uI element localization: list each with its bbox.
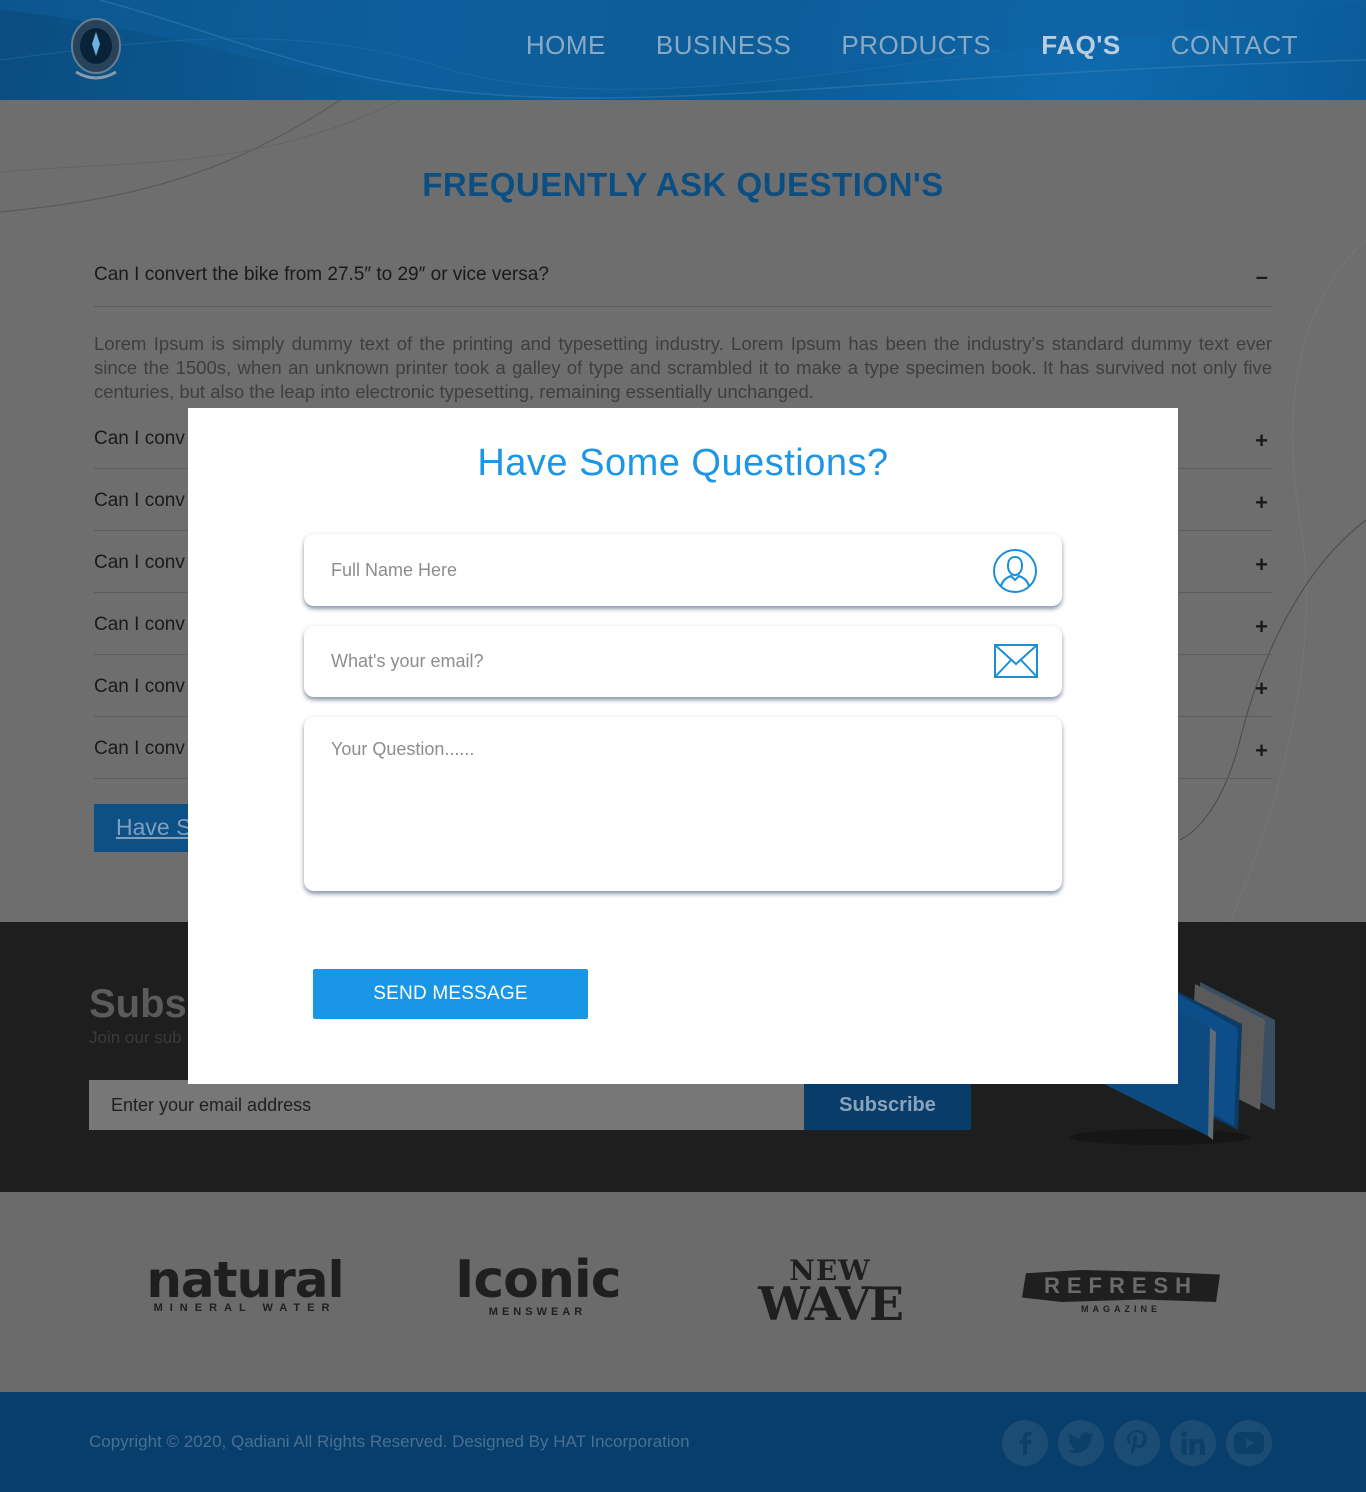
brand-natural-name: natural <box>146 1251 344 1309</box>
envelope-icon <box>994 644 1038 678</box>
send-message-button[interactable]: SEND MESSAGE <box>313 969 588 1019</box>
nav-products[interactable]: PRODUCTS <box>841 30 991 61</box>
brand-iconic-logo[interactable]: Iconic MENSWEAR <box>455 1250 622 1318</box>
email-input[interactable] <box>304 626 1062 697</box>
subscribe-email-input[interactable] <box>89 1080 804 1130</box>
collapse-icon[interactable]: – <box>1256 264 1268 290</box>
faq-question: Can I convert the bike from 27.5″ to 29″… <box>94 264 549 285</box>
question-textarea[interactable] <box>304 717 1062 891</box>
main-nav: HOME BUSINESS PRODUCTS FAQ'S CONTACT <box>476 30 1298 61</box>
faq-item[interactable]: Can I convert the bike from 27.5″ to 29″… <box>94 264 1272 307</box>
nav-faqs[interactable]: FAQ'S <box>1041 30 1120 61</box>
question-field <box>304 717 1062 891</box>
full-name-input[interactable] <box>304 534 1062 606</box>
expand-icon[interactable]: + <box>1255 738 1268 764</box>
brand-newwave-logo[interactable]: NEW WAVE <box>750 1257 910 1331</box>
youtube-icon[interactable] <box>1226 1420 1272 1466</box>
nav-home[interactable]: HOME <box>526 30 606 61</box>
subscribe-button[interactable]: Subscribe <box>804 1080 971 1130</box>
linkedin-icon[interactable] <box>1170 1420 1216 1466</box>
email-field <box>304 626 1062 697</box>
question-modal: Have Some Questions? SEND MESSAGE <box>188 408 1178 1084</box>
site-footer: Copyright © 2020, Qadiani All Rights Res… <box>0 1392 1366 1492</box>
brand-iconic-name: Iconic <box>455 1250 622 1310</box>
nav-contact[interactable]: CONTACT <box>1171 30 1298 61</box>
facebook-icon[interactable] <box>1002 1420 1048 1466</box>
brand-natural-logo[interactable]: natural MINERAL WATER <box>145 1251 345 1314</box>
brands-strip: natural MINERAL WATER Iconic MENSWEAR NE… <box>0 1192 1366 1392</box>
brand-refresh-name: REFRESH <box>1022 1270 1220 1302</box>
faq-question: Can I conv <box>94 738 185 759</box>
expand-icon[interactable]: + <box>1255 614 1268 640</box>
faq-question: Can I conv <box>94 614 185 635</box>
social-links <box>1002 1420 1272 1466</box>
site-header: HOME BUSINESS PRODUCTS FAQ'S CONTACT <box>0 0 1366 100</box>
faq-question: Can I conv <box>94 676 185 697</box>
expand-icon[interactable]: + <box>1255 428 1268 454</box>
nav-business[interactable]: BUSINESS <box>656 30 792 61</box>
user-icon <box>993 549 1037 593</box>
have-questions-label: Have S <box>116 814 192 840</box>
expand-icon[interactable]: + <box>1255 552 1268 578</box>
expand-icon[interactable]: + <box>1255 490 1268 516</box>
expand-icon[interactable]: + <box>1255 676 1268 702</box>
brand-refresh-logo[interactable]: REFRESH MAGAZINE <box>1022 1270 1220 1314</box>
brand-natural-tagline: MINERAL WATER <box>153 1302 337 1314</box>
qadiani-logo[interactable] <box>70 14 122 84</box>
faq-title: FREQUENTLY ASK QUESTION'S <box>422 166 944 203</box>
faq-question: Can I conv <box>94 552 185 573</box>
pinterest-icon[interactable] <box>1114 1420 1160 1466</box>
modal-title: Have Some Questions? <box>477 442 889 484</box>
twitter-icon[interactable] <box>1058 1420 1104 1466</box>
brand-newwave-name: WAVE <box>758 1277 904 1331</box>
brand-refresh-tagline: MAGAZINE <box>1081 1304 1161 1314</box>
faq-question: Can I conv <box>94 428 185 449</box>
subscribe-text: Join our sub <box>89 1028 182 1047</box>
full-name-field <box>304 534 1062 606</box>
faq-question: Can I conv <box>94 490 185 511</box>
copyright-text: Copyright © 2020, Qadiani All Rights Res… <box>89 1432 690 1451</box>
faq-answer: Lorem Ipsum is simply dummy text of the … <box>94 333 1272 402</box>
